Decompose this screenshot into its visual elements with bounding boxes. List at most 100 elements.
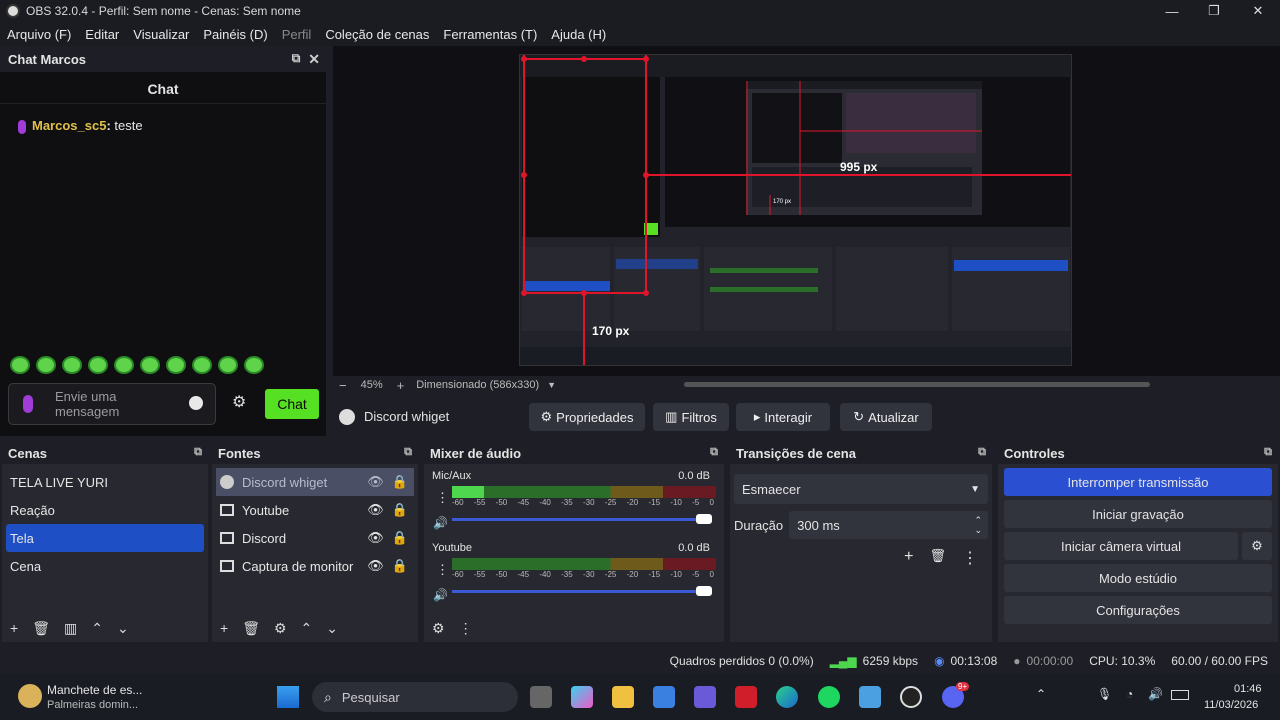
volume-slider[interactable] xyxy=(452,514,712,524)
float-icon[interactable]: ⧉ xyxy=(978,446,986,459)
start-record-button[interactable]: Iniciar gravação xyxy=(1004,500,1272,528)
volume-knob[interactable] xyxy=(696,586,712,596)
source-item-selected[interactable]: Discord whiget 👁 🔒 xyxy=(216,468,414,496)
speaker-icon[interactable]: 🔊 xyxy=(433,588,448,602)
news-subtitle[interactable]: Palmeiras domin... xyxy=(47,699,138,711)
chat-message-input[interactable]: Envie uma mensagem xyxy=(8,383,216,425)
move-up-icon[interactable]: ⌃ xyxy=(91,620,103,637)
gear-icon[interactable]: ⚙ xyxy=(274,620,287,637)
scene-item[interactable]: Cena xyxy=(2,552,208,580)
refresh-button[interactable]: ↻ Atualizar xyxy=(840,403,932,431)
task-view-icon[interactable] xyxy=(530,686,552,708)
float-icon[interactable]: ⧉ xyxy=(292,51,301,68)
emote-icon[interactable] xyxy=(140,356,160,374)
obs-taskbar-icon[interactable] xyxy=(900,686,922,708)
copilot-icon[interactable] xyxy=(571,686,593,708)
hidden-eye-icon[interactable]: 👁 xyxy=(367,474,384,490)
news-widget-icon[interactable] xyxy=(18,684,42,708)
stop-stream-button[interactable]: Interromper transmissão xyxy=(1004,468,1272,496)
file-explorer-icon[interactable] xyxy=(612,686,634,708)
lock-icon[interactable]: 🔒 xyxy=(392,474,408,490)
source-item[interactable]: Captura de monitor 👁 🔒 xyxy=(212,552,418,580)
menu-ferramentas[interactable]: Ferramentas (T) xyxy=(436,27,544,42)
mail-icon[interactable] xyxy=(859,686,881,708)
float-icon[interactable]: ⧉ xyxy=(1264,446,1272,459)
windows-start-icon[interactable] xyxy=(277,686,299,708)
emote-icon[interactable] xyxy=(10,356,30,374)
start-virtual-camera-button[interactable]: Iniciar câmera virtual xyxy=(1004,532,1238,560)
wifi-icon[interactable]: ◔ xyxy=(1126,687,1133,701)
emote-icon[interactable] xyxy=(88,356,108,374)
menu-ajuda[interactable]: Ajuda (H) xyxy=(544,27,613,42)
maximize-button[interactable]: ❐ xyxy=(1194,0,1234,22)
clock-time[interactable]: 01:46 xyxy=(1234,683,1262,695)
mic-tray-icon[interactable]: 🎙 xyxy=(1097,687,1112,701)
emote-icon[interactable] xyxy=(36,356,56,374)
scene-item[interactable]: TELA LIVE YURI xyxy=(2,468,208,496)
close-button[interactable]: ✕ xyxy=(1238,0,1278,22)
emote-icon[interactable] xyxy=(218,356,238,374)
move-down-icon[interactable]: ⌄ xyxy=(117,620,129,637)
lock-icon[interactable]: 🔒 xyxy=(392,558,408,574)
trash-icon[interactable]: 🗑 xyxy=(32,620,50,637)
teams-icon[interactable] xyxy=(694,686,716,708)
duration-spinbox[interactable]: 300 ms ⌃ ⌄ xyxy=(789,511,988,539)
menu-editar[interactable]: Editar xyxy=(78,27,126,42)
menu-colecao-cenas[interactable]: Coleção de cenas xyxy=(318,27,436,42)
advanced-audio-gear-icon[interactable]: ⚙ xyxy=(432,620,445,637)
settings-button[interactable]: Configurações xyxy=(1004,596,1272,624)
tray-chevron-icon[interactable]: ⌃ xyxy=(1036,687,1046,701)
mcafee-icon[interactable] xyxy=(735,686,757,708)
emote-icon[interactable] xyxy=(62,356,82,374)
scene-item-selected[interactable]: Tela xyxy=(6,524,204,552)
eye-icon[interactable]: 👁 xyxy=(367,530,384,546)
trash-icon[interactable]: 🗑 xyxy=(242,620,260,637)
clock-date[interactable]: 11/03/2026 xyxy=(1204,699,1258,711)
mixer-menu-icon[interactable]: ⋮ xyxy=(459,620,473,637)
filter-icon[interactable]: ▥ xyxy=(64,620,77,637)
eye-icon[interactable]: 👁 xyxy=(367,502,384,518)
scale-dropdown-icon[interactable]: ▼ xyxy=(547,380,556,390)
more-icon[interactable]: ⋮ xyxy=(962,548,978,568)
track-menu-icon[interactable]: ⋮ xyxy=(436,490,449,506)
float-icon[interactable]: ⧉ xyxy=(710,446,718,459)
menu-arquivo[interactable]: Arquivo (F) xyxy=(0,27,78,42)
properties-button[interactable]: ⚙ Propriedades xyxy=(529,403,645,431)
emote-icon[interactable] xyxy=(192,356,212,374)
lock-icon[interactable]: 🔒 xyxy=(392,530,408,546)
add-icon[interactable]: + xyxy=(904,548,913,568)
move-up-icon[interactable]: ⌃ xyxy=(301,620,313,637)
float-icon[interactable]: ⧉ xyxy=(194,446,202,459)
transition-select[interactable]: Esmaecer ▼ xyxy=(734,474,988,504)
menu-perfil[interactable]: Perfil xyxy=(275,27,319,42)
source-item[interactable]: Youtube 👁 🔒 xyxy=(212,496,418,524)
add-icon[interactable]: + xyxy=(10,620,18,636)
news-title[interactable]: Manchete de es... xyxy=(47,683,142,697)
emote-icon[interactable] xyxy=(166,356,186,374)
emote-icon[interactable] xyxy=(244,356,264,374)
studio-mode-button[interactable]: Modo estúdio xyxy=(1004,564,1272,592)
menu-paineis[interactable]: Painéis (D) xyxy=(196,27,274,42)
chat-settings-icon[interactable]: ⚙ xyxy=(232,392,246,412)
speaker-icon[interactable]: 🔊 xyxy=(433,516,448,530)
store-icon[interactable] xyxy=(653,686,675,708)
spotify-icon[interactable] xyxy=(818,686,840,708)
track-menu-icon[interactable]: ⋮ xyxy=(436,562,449,578)
search-box[interactable]: ⌕ Pesquisar xyxy=(312,682,518,712)
filters-button[interactable]: ▥ Filtros xyxy=(653,403,729,431)
source-item[interactable]: Discord 👁 🔒 xyxy=(212,524,418,552)
zoom-in-button[interactable]: + xyxy=(397,378,405,393)
spin-arrows-icon[interactable]: ⌃ ⌄ xyxy=(974,515,982,535)
volume-knob[interactable] xyxy=(696,514,712,524)
scene-item[interactable]: Reação xyxy=(2,496,208,524)
zoom-out-button[interactable]: − xyxy=(339,378,347,393)
minimize-button[interactable]: — xyxy=(1152,0,1192,22)
chat-send-button[interactable]: Chat xyxy=(265,389,319,419)
lock-icon[interactable]: 🔒 xyxy=(392,502,408,518)
virtual-camera-gear-icon[interactable]: ⚙ xyxy=(1242,532,1272,560)
emote-icon[interactable] xyxy=(114,356,134,374)
close-dock-icon[interactable]: ✕ xyxy=(308,51,320,68)
menu-visualizar[interactable]: Visualizar xyxy=(126,27,196,42)
float-icon[interactable]: ⧉ xyxy=(404,446,412,459)
volume-tray-icon[interactable]: 🔊 xyxy=(1148,687,1163,701)
